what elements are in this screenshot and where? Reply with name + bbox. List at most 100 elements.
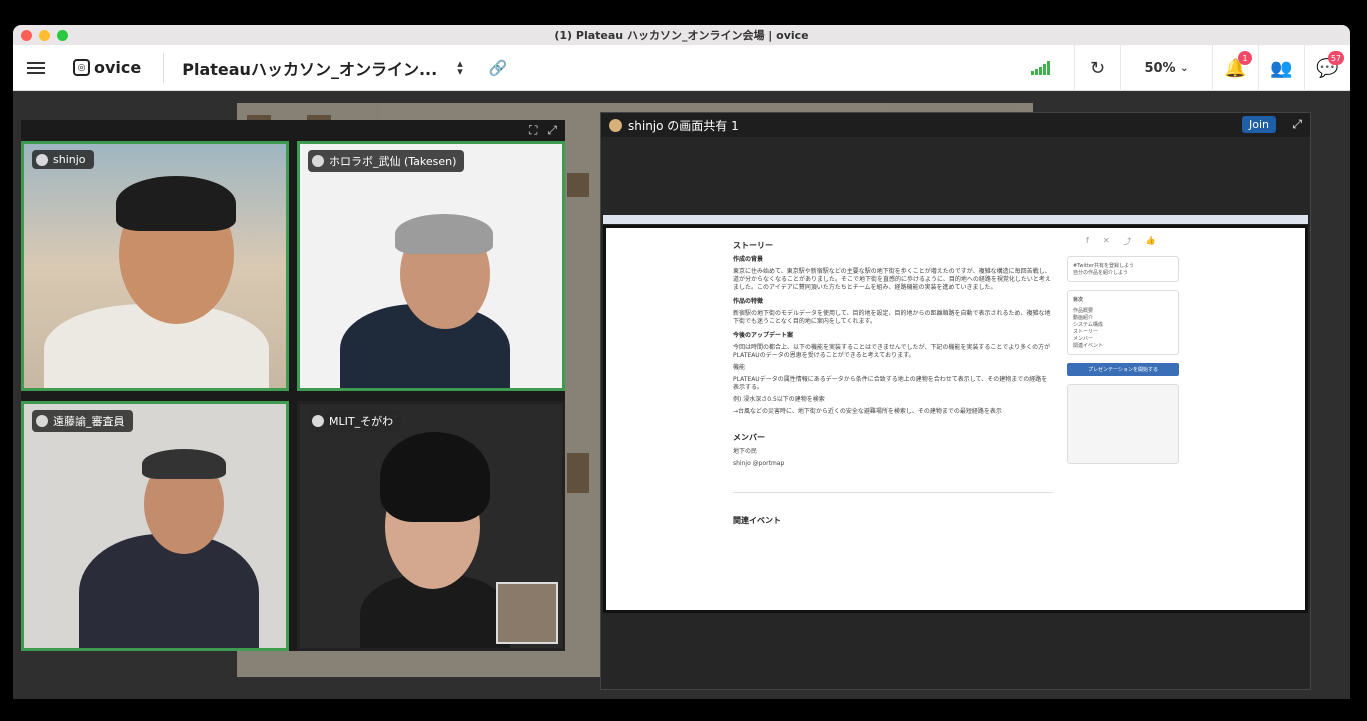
doc-related-title: 関連イベント [733,516,781,525]
toc-item[interactable]: 関連イベント [1073,342,1173,349]
screen-share-header: shinjo の画面共有 1 [601,113,1310,137]
doc-section-title: 今後のアップデート案 [733,332,794,339]
shared-browser-bar [603,215,1308,224]
notifications-badge: 1 [1238,51,1252,65]
app-window: (1) Plateau ハッカソン_オンライン会場 | ovice ◎ ovic… [13,25,1350,699]
participant-name: 遠藤諭_審査員 [53,415,125,428]
share-icon: ⤴ [1123,237,1132,246]
zoom-select[interactable]: 50% ⌄ [1120,45,1212,91]
doc-paragraph: 新宿駅の地下街のモデルデータを使用して、目的地を設定、目的地からの距離順路を自動… [733,310,1051,325]
video-tile-endo[interactable]: 遠藤諭_審査員 [21,401,289,651]
avatar [36,153,48,166]
participant-name-tag: 遠藤諭_審査員 [32,410,133,432]
doc-heading: ストーリー [733,241,773,250]
doc-member: shinjo @portmap [733,460,785,467]
expand-icon[interactable]: ⤢ [547,123,557,138]
doc-paragraph: →台風などの災害時に、地下街から近くの安全な避難場所を検索し、その建物までの最短… [733,408,1002,415]
users-icon: 👥 [1270,57,1293,79]
like-icon: 👍 [1145,236,1156,245]
avatar [36,415,48,427]
doc-sidebar: #Twitter共有を登録しよう 自分の作品を紹介しよう 目次 作品概要 動画紹… [1067,256,1179,472]
focus-icon[interactable]: ⛶ [529,123,537,138]
doc-section-title: 作成の背景 [733,256,764,263]
chevron-down-icon: ⌄ [1180,62,1189,74]
link-icon[interactable]: 🔗 [489,59,508,77]
top-toolbar: ◎ ovice Plateauハッカソン_オンライン... ▴ ▾ 🔗 ↻ 50%… [13,45,1350,91]
project-document: ストーリー 作成の背景 東京に住み始めて、東京駅や新宿駅などの主要な駅の地下街を… [733,238,1053,531]
doc-paragraph: PLATEAUデータの属性情報にあるデータから条件に合致する地上の建物を合わせて… [733,376,1048,391]
signal-strength-icon[interactable] [1031,61,1050,75]
space-switch-icon[interactable]: ▴ ▾ [457,58,463,77]
space-name[interactable]: Plateauハッカソン_オンライン... [182,56,437,80]
toc-item[interactable]: ストーリー [1073,328,1173,335]
doc-section-title: 作品の特徴 [733,298,764,305]
logo-text: ovice [94,58,142,77]
close-window-button[interactable] [21,29,32,41]
title-bar: (1) Plateau ハッカソン_オンライン会場 | ovice [13,25,1350,45]
twitter-card[interactable]: #Twitter共有を登録しよう 自分の作品を紹介しよう [1067,256,1179,282]
participant-name: ホロラボ_武仙 (Takesen) [329,155,457,168]
participant-hair [395,214,493,254]
avatar [312,415,324,427]
doc-feature-label: 機能 [733,364,746,371]
doc-team-name: 地下の民 [733,448,758,455]
toc-item[interactable]: メンバー [1073,335,1173,342]
toc-item[interactable]: 作品概要 [1073,307,1173,314]
doc-paragraph: 東京に住み始めて、東京駅や新宿駅などの主要な駅の地下街を歩くことが増えたのですが… [733,268,1051,291]
toc-item[interactable]: システム構成 [1073,321,1173,328]
refresh-button[interactable]: ↻ [1074,45,1120,91]
join-button[interactable]: Join [1241,116,1276,133]
shared-screen[interactable]: f ✕ ⤴ 👍 ストーリー 作成の背景 東京に住み始めて、東京駅や新宿駅などの主… [603,225,1308,613]
notifications-button[interactable]: 🔔 1 [1212,45,1258,91]
zoom-label: 50% [1144,60,1176,76]
chat-button[interactable]: 💬 57 [1304,45,1350,91]
twitter-card-title: #Twitter共有を登録しよう [1073,263,1134,269]
maximize-window-button[interactable] [57,29,68,41]
avatar [609,118,622,132]
doc-members-title: メンバー [733,433,765,442]
screen-share-title: shinjo の画面共有 1 [628,118,739,133]
video-tile-shinjo[interactable]: shinjo [21,141,289,391]
toc-item[interactable]: 動画紹介 [1073,314,1173,321]
participant-name-tag: shinjo [32,150,94,169]
logo-mark-icon: ◎ [73,59,90,76]
divider [733,492,1053,493]
map-furniture [567,453,589,493]
window-controls [21,29,68,41]
ovice-logo[interactable]: ◎ ovice [73,58,141,77]
self-view-thumbnail[interactable] [496,582,558,644]
map-furniture [567,173,589,197]
participant-name-tag: MLIT_そがわ [308,410,402,432]
participant-hair [116,176,236,231]
toolbar-right: ↻ 50% ⌄ 🔔 1 👥 💬 57 [1031,45,1350,91]
doc-example-label: 例) 浸水深さ0.5以下の建物を検索 [733,396,825,403]
members-button[interactable]: 👥 [1258,45,1304,91]
facebook-icon: f [1086,236,1089,245]
video-panel: ⛶ ⤢ shinjo ホロラボ_武仙 (Takesen) 遠藤諭_審査員 MLI… [21,120,565,651]
space-stage: ⛶ ⤢ shinjo ホロラボ_武仙 (Takesen) 遠藤諭_審査員 MLI… [13,91,1350,699]
ad-card[interactable] [1067,384,1179,464]
participant-name: shinjo [53,153,86,166]
twitter-card-body: 自分の作品を紹介しよう [1073,270,1129,276]
video-tile-takesen[interactable]: ホロラボ_武仙 (Takesen) [297,141,565,391]
menu-icon[interactable] [27,61,45,74]
participant-hair [142,449,226,479]
video-panel-header: ⛶ ⤢ [21,120,565,140]
toc-title: 目次 [1073,297,1084,303]
participant-video [79,534,259,648]
refresh-icon: ↻ [1089,57,1106,79]
window-title: (1) Plateau ハッカソン_オンライン会場 | ovice [554,29,809,42]
avatar [312,155,324,167]
start-presentation-button[interactable]: プレゼンテーションを開始する [1067,363,1179,376]
minimize-window-button[interactable] [39,29,50,41]
participant-name: MLIT_そがわ [329,415,394,428]
expand-icon[interactable]: ⤢ [1292,117,1302,132]
video-tile-sogawa[interactable]: MLIT_そがわ [297,401,565,651]
participant-hair [380,432,490,522]
x-icon: ✕ [1102,236,1110,245]
participant-name-tag: ホロラボ_武仙 (Takesen) [308,150,465,172]
divider [163,52,165,83]
messages-badge: 57 [1327,51,1344,65]
doc-paragraph: 今回は時間の都合上、以下の機能を実装することはできませんでしたが、下記の機能を実… [733,344,1051,359]
toc-card: 目次 作品概要 動画紹介 システム構成 ストーリー メンバー 関連イベント [1067,290,1179,355]
